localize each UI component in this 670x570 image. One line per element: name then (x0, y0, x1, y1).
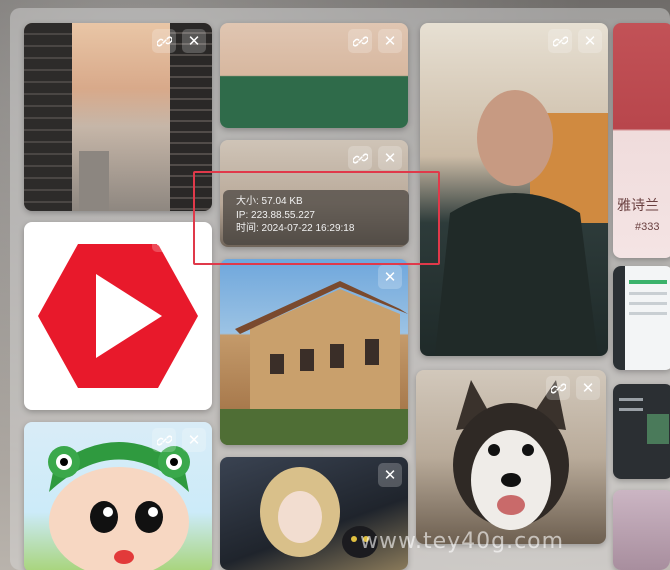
lips-code: #333 (635, 221, 660, 233)
card-actions: ✕ (378, 463, 402, 487)
close-icon[interactable]: ✕ (378, 265, 402, 289)
image-card-ui-screenshot[interactable] (613, 266, 670, 370)
link-icon[interactable] (348, 29, 372, 53)
image-ui-screenshot (613, 266, 670, 370)
image-misc (613, 490, 670, 570)
link-icon[interactable] (152, 29, 176, 53)
link-icon[interactable] (152, 228, 176, 252)
image-man-portrait (420, 23, 608, 356)
close-icon[interactable]: ✕ (378, 146, 402, 170)
card-actions: ✕ (348, 146, 402, 170)
link-icon[interactable] (546, 376, 570, 400)
image-card-crayon[interactable]: ✕ (24, 422, 212, 570)
close-icon[interactable]: ✕ (378, 463, 402, 487)
building-distant (79, 151, 109, 211)
card-actions: ✕ (546, 376, 600, 400)
image-card-city[interactable]: ✕ (24, 23, 212, 211)
close-icon[interactable]: ✕ (182, 428, 206, 452)
image-card-misc[interactable] (613, 490, 670, 570)
image-card-woman1[interactable]: ✕ (220, 23, 408, 128)
link-icon[interactable] (548, 29, 572, 53)
image-lipstick: 雅诗兰 #333 (613, 23, 670, 258)
image-card-man[interactable]: ✕ (420, 23, 608, 356)
image-dark-ui (613, 384, 670, 479)
card-actions: ✕ (152, 29, 206, 53)
close-icon[interactable]: ✕ (576, 376, 600, 400)
link-icon[interactable] (348, 146, 372, 170)
image-card-ui-dark[interactable] (613, 384, 670, 479)
image-gallery-panel: ✕ ✕ ✕ ✕ ✕ ✕ ✕ ✕ ✕ 雅诗兰 #333 (10, 8, 670, 570)
highlight-box (193, 171, 440, 265)
link-icon[interactable] (152, 428, 176, 452)
image-card-husky[interactable]: ✕ (416, 370, 606, 544)
card-actions: ✕ (348, 29, 402, 53)
close-icon[interactable]: ✕ (378, 29, 402, 53)
image-card-villa[interactable]: ✕ (220, 259, 408, 445)
building-left (24, 23, 72, 211)
image-card-lips[interactable]: 雅诗兰 #333 (613, 23, 670, 258)
card-actions: ✕ (152, 428, 206, 452)
watermark: www.tey40g.com (360, 529, 565, 554)
lips-label: 雅诗兰 (617, 198, 659, 214)
card-actions: ✕ (378, 265, 402, 289)
image-card-hexagon[interactable]: ✕ (24, 222, 212, 410)
close-icon[interactable]: ✕ (578, 29, 602, 53)
close-icon[interactable]: ✕ (182, 29, 206, 53)
card-actions: ✕ (548, 29, 602, 53)
